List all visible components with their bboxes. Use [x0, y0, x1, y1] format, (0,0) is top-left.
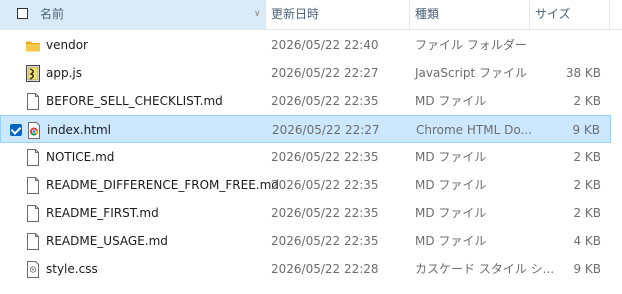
file-size: 2 KB	[573, 178, 601, 192]
folder-icon	[25, 36, 41, 53]
file-row[interactable]: README_DIFFERENCE_FROM_FREE.md 2026/05/22…	[0, 171, 611, 199]
file-modified-date: 2026/05/22 22:35	[271, 234, 379, 248]
column-header-size[interactable]: サイズ	[529, 0, 609, 29]
file-type: Chrome HTML Do...	[416, 123, 532, 137]
file-name: BEFORE_SELL_CHECKLIST.md	[46, 94, 223, 108]
column-header-type-label: 種類	[415, 7, 440, 21]
file-modified-date: 2026/05/22 22:27	[271, 66, 379, 80]
file-type: MD ファイル	[415, 150, 487, 164]
row-checkbox[interactable]	[9, 151, 21, 163]
file-row[interactable]: BEFORE_SELL_CHECKLIST.md 2026/05/22 22:35…	[0, 87, 611, 115]
file-row[interactable]: index.html 2026/05/22 22:27 Chrome HTML Do…	[0, 115, 611, 143]
file-size: 2 KB	[573, 206, 601, 220]
file-modified-date: 2026/05/22 22:35	[271, 94, 379, 108]
column-header-name[interactable]: 名前 ^ ∨	[0, 0, 265, 29]
file-name: vendor	[46, 38, 88, 52]
file-type: MD ファイル	[415, 94, 487, 108]
file-name: README_DIFFERENCE_FROM_FREE.md	[46, 178, 279, 192]
document-file-icon	[25, 204, 41, 222]
row-checkbox[interactable]	[9, 179, 21, 191]
file-row[interactable]: NOTICE.md 2026/05/22 22:35 MD ファイル 2 KB	[0, 143, 611, 171]
file-type: JavaScript ファイル	[415, 66, 527, 80]
file-modified-date: 2026/05/22 22:28	[271, 262, 379, 276]
file-type: MD ファイル	[415, 178, 487, 192]
file-type: カスケード スタイル シ...	[415, 262, 555, 276]
file-modified-date: 2026/05/22 22:35	[271, 206, 379, 220]
document-file-icon	[25, 148, 41, 166]
file-name: README_FIRST.md	[46, 206, 159, 220]
row-checkbox[interactable]	[9, 263, 21, 275]
file-modified-date: 2026/05/22 22:40	[271, 38, 379, 52]
css-file-icon	[25, 260, 41, 278]
file-size: 38 KB	[565, 66, 601, 80]
row-checkbox[interactable]	[9, 95, 21, 107]
file-row[interactable]: app.js 2026/05/22 22:27 JavaScript ファイル 38 …	[0, 59, 611, 87]
file-name: app.js	[46, 66, 82, 80]
document-file-icon	[25, 92, 41, 110]
row-checkbox[interactable]	[9, 67, 21, 79]
file-modified-date: 2026/05/22 22:27	[272, 123, 380, 137]
row-checkbox[interactable]	[9, 39, 21, 51]
column-header-date-label: 更新日時	[271, 7, 320, 21]
chevron-down-icon[interactable]: ∨	[254, 0, 261, 29]
column-header-name-label: 名前	[40, 7, 65, 21]
column-header-bar: 名前 ^ ∨ 更新日時 種類 サイズ	[0, 0, 622, 30]
file-size: 4 KB	[573, 234, 601, 248]
file-type: MD ファイル	[415, 206, 487, 220]
column-header-type[interactable]: 種類	[409, 0, 529, 29]
file-size: 9 KB	[572, 123, 600, 137]
file-modified-date: 2026/05/22 22:35	[271, 178, 379, 192]
chrome-html-file-icon	[26, 121, 42, 139]
file-name: style.css	[46, 262, 98, 276]
column-header-date[interactable]: 更新日時	[265, 0, 409, 29]
file-size: 2 KB	[573, 150, 601, 164]
file-size: 9 KB	[573, 262, 601, 276]
row-checkbox[interactable]	[10, 124, 22, 136]
row-checkbox[interactable]	[9, 235, 21, 247]
row-checkbox[interactable]	[9, 207, 21, 219]
file-row[interactable]: README_USAGE.md 2026/05/22 22:35 MD ファイル 4 …	[0, 227, 611, 255]
document-file-icon	[25, 176, 41, 194]
file-name: README_USAGE.md	[46, 234, 168, 248]
column-header-size-label: サイズ	[535, 7, 571, 21]
javascript-file-icon	[25, 64, 41, 82]
file-size: 2 KB	[573, 94, 601, 108]
file-modified-date: 2026/05/22 22:35	[271, 150, 379, 164]
file-row[interactable]: README_FIRST.md 2026/05/22 22:35 MD ファイル 2 …	[0, 199, 611, 227]
sort-ascending-icon: ^	[134, 0, 143, 6]
file-row[interactable]: vendor 2026/05/22 22:40 ファイル フォルダー	[0, 31, 611, 59]
file-row[interactable]: style.css 2026/05/22 22:28 カスケード スタイル シ...…	[0, 255, 611, 283]
select-all-checkbox[interactable]	[17, 8, 28, 19]
file-type: MD ファイル	[415, 234, 487, 248]
file-type: ファイル フォルダー	[415, 38, 527, 52]
document-file-icon	[25, 232, 41, 250]
column-divider[interactable]	[609, 0, 610, 29]
file-name: index.html	[47, 123, 111, 137]
file-name: NOTICE.md	[46, 150, 115, 164]
